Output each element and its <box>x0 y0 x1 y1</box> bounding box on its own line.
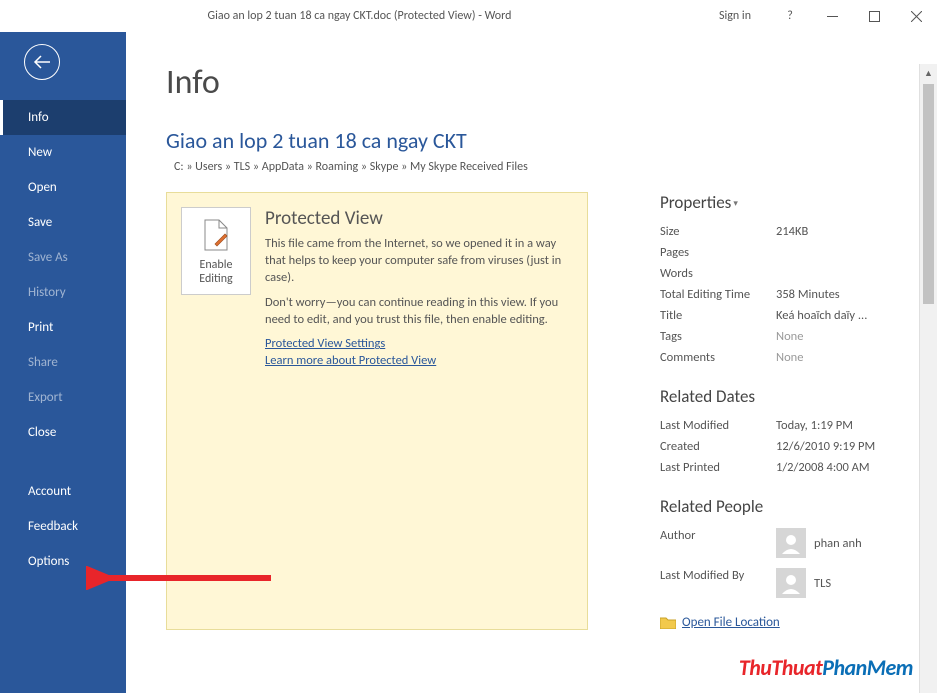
nav-item-new[interactable]: New <box>0 135 126 170</box>
property-label: Title <box>660 308 776 323</box>
property-label: Words <box>660 266 776 281</box>
property-label: Size <box>660 224 776 239</box>
date-label: Last Modified <box>660 418 776 433</box>
signin-link[interactable]: Sign in <box>719 9 751 23</box>
person-icon <box>780 572 802 594</box>
nav-item-save[interactable]: Save <box>0 205 126 240</box>
date-value: 12/6/2010 9:19 PM <box>776 439 875 454</box>
date-row: Last ModifiedToday, 1:19 PM <box>660 415 879 436</box>
folder-icon <box>660 616 676 629</box>
titlebar: Giao an lop 2 tuan 18 ca ngay CKT.doc (P… <box>0 0 937 32</box>
date-label: Created <box>660 439 776 454</box>
help-button[interactable]: ? <box>777 5 803 27</box>
page-heading: Info <box>166 62 879 103</box>
property-value: None <box>776 350 803 365</box>
avatar <box>776 528 806 558</box>
last-modified-by-label: Last Modified By <box>660 568 776 583</box>
document-title: Giao an lop 2 tuan 18 ca ngay CKT <box>166 127 879 154</box>
avatar <box>776 568 806 598</box>
date-row: Last Printed1/2/2008 4:00 AM <box>660 457 879 478</box>
vertical-scrollbar[interactable]: ▲ <box>919 64 937 693</box>
open-file-location-link[interactable]: Open File Location <box>660 615 879 630</box>
property-label: Total Editing Time <box>660 287 776 302</box>
maximize-icon <box>869 11 880 22</box>
learn-more-link[interactable]: Learn more about Protected View <box>265 353 571 368</box>
property-value: 358 Minutes <box>776 287 840 302</box>
nav-item-save-as[interactable]: Save As <box>0 240 126 275</box>
scroll-up-icon[interactable]: ▲ <box>920 64 937 82</box>
last-modified-by-name: TLS <box>814 576 831 591</box>
date-label: Last Printed <box>660 460 776 475</box>
nav-item-feedback[interactable]: Feedback <box>0 509 126 544</box>
nav-item-info[interactable]: Info <box>0 100 126 135</box>
property-row: Words <box>660 263 879 284</box>
minimize-icon <box>827 11 838 22</box>
window-title: Giao an lop 2 tuan 18 ca ngay CKT.doc (P… <box>0 9 719 23</box>
property-label: Tags <box>660 329 776 344</box>
close-icon <box>911 11 922 22</box>
close-button[interactable] <box>903 5 929 27</box>
related-dates-heading: Related Dates <box>660 386 879 407</box>
property-label: Pages <box>660 245 776 260</box>
date-value: 1/2/2008 4:00 AM <box>776 460 870 475</box>
nav-item-account[interactable]: Account <box>0 474 126 509</box>
nav-item-options[interactable]: Options <box>0 544 126 579</box>
protected-view-text2: Don't worry—you can continue reading in … <box>265 295 571 329</box>
document-edit-icon <box>201 218 231 252</box>
minimize-button[interactable] <box>819 5 845 27</box>
properties-heading[interactable]: Properties <box>660 192 879 213</box>
property-row: CommentsNone <box>660 347 879 368</box>
date-row: Created12/6/2010 9:19 PM <box>660 436 879 457</box>
back-button[interactable] <box>24 44 60 80</box>
protected-view-settings-link[interactable]: Protected View Settings <box>265 336 571 351</box>
property-row: Size214KB <box>660 221 879 242</box>
enable-editing-button[interactable]: Enable Editing <box>181 207 251 295</box>
property-row: Pages <box>660 242 879 263</box>
nav-item-history[interactable]: History <box>0 275 126 310</box>
related-people-heading: Related People <box>660 496 879 517</box>
nav-item-close[interactable]: Close <box>0 415 126 450</box>
nav-item-export[interactable]: Export <box>0 380 126 415</box>
protected-view-heading: Protected View <box>265 207 571 230</box>
nav-item-open[interactable]: Open <box>0 170 126 205</box>
property-label: Comments <box>660 350 776 365</box>
maximize-button[interactable] <box>861 5 887 27</box>
protected-view-panel: Enable Editing Protected View This file … <box>166 192 588 630</box>
back-arrow-icon <box>33 55 51 69</box>
property-value: 214KB <box>776 224 808 239</box>
property-row: Total Editing Time358 Minutes <box>660 284 879 305</box>
property-row: TagsNone <box>660 326 879 347</box>
person-icon <box>780 532 802 554</box>
scroll-thumb[interactable] <box>923 84 934 304</box>
property-row: TitleKeá hoaïch daïy ... <box>660 305 879 326</box>
enable-editing-label: Enable Editing <box>186 258 246 286</box>
property-value: None <box>776 329 803 344</box>
date-value: Today, 1:19 PM <box>776 418 853 433</box>
author-label: Author <box>660 528 776 543</box>
main-content: Info Giao an lop 2 tuan 18 ca ngay CKT C… <box>126 32 937 693</box>
protected-view-text1: This file came from the Internet, so we … <box>265 236 571 287</box>
backstage-sidebar: InfoNewOpenSaveSave AsHistoryPrintShareE… <box>0 32 126 693</box>
watermark: ThuThuatPhanMem <box>739 654 913 681</box>
nav-item-share[interactable]: Share <box>0 345 126 380</box>
property-value: Keá hoaïch daïy ... <box>776 308 867 323</box>
nav-item-print[interactable]: Print <box>0 310 126 345</box>
author-name: phan anh <box>814 536 862 551</box>
document-path: C: » Users » TLS » AppData » Roaming » S… <box>174 160 879 174</box>
